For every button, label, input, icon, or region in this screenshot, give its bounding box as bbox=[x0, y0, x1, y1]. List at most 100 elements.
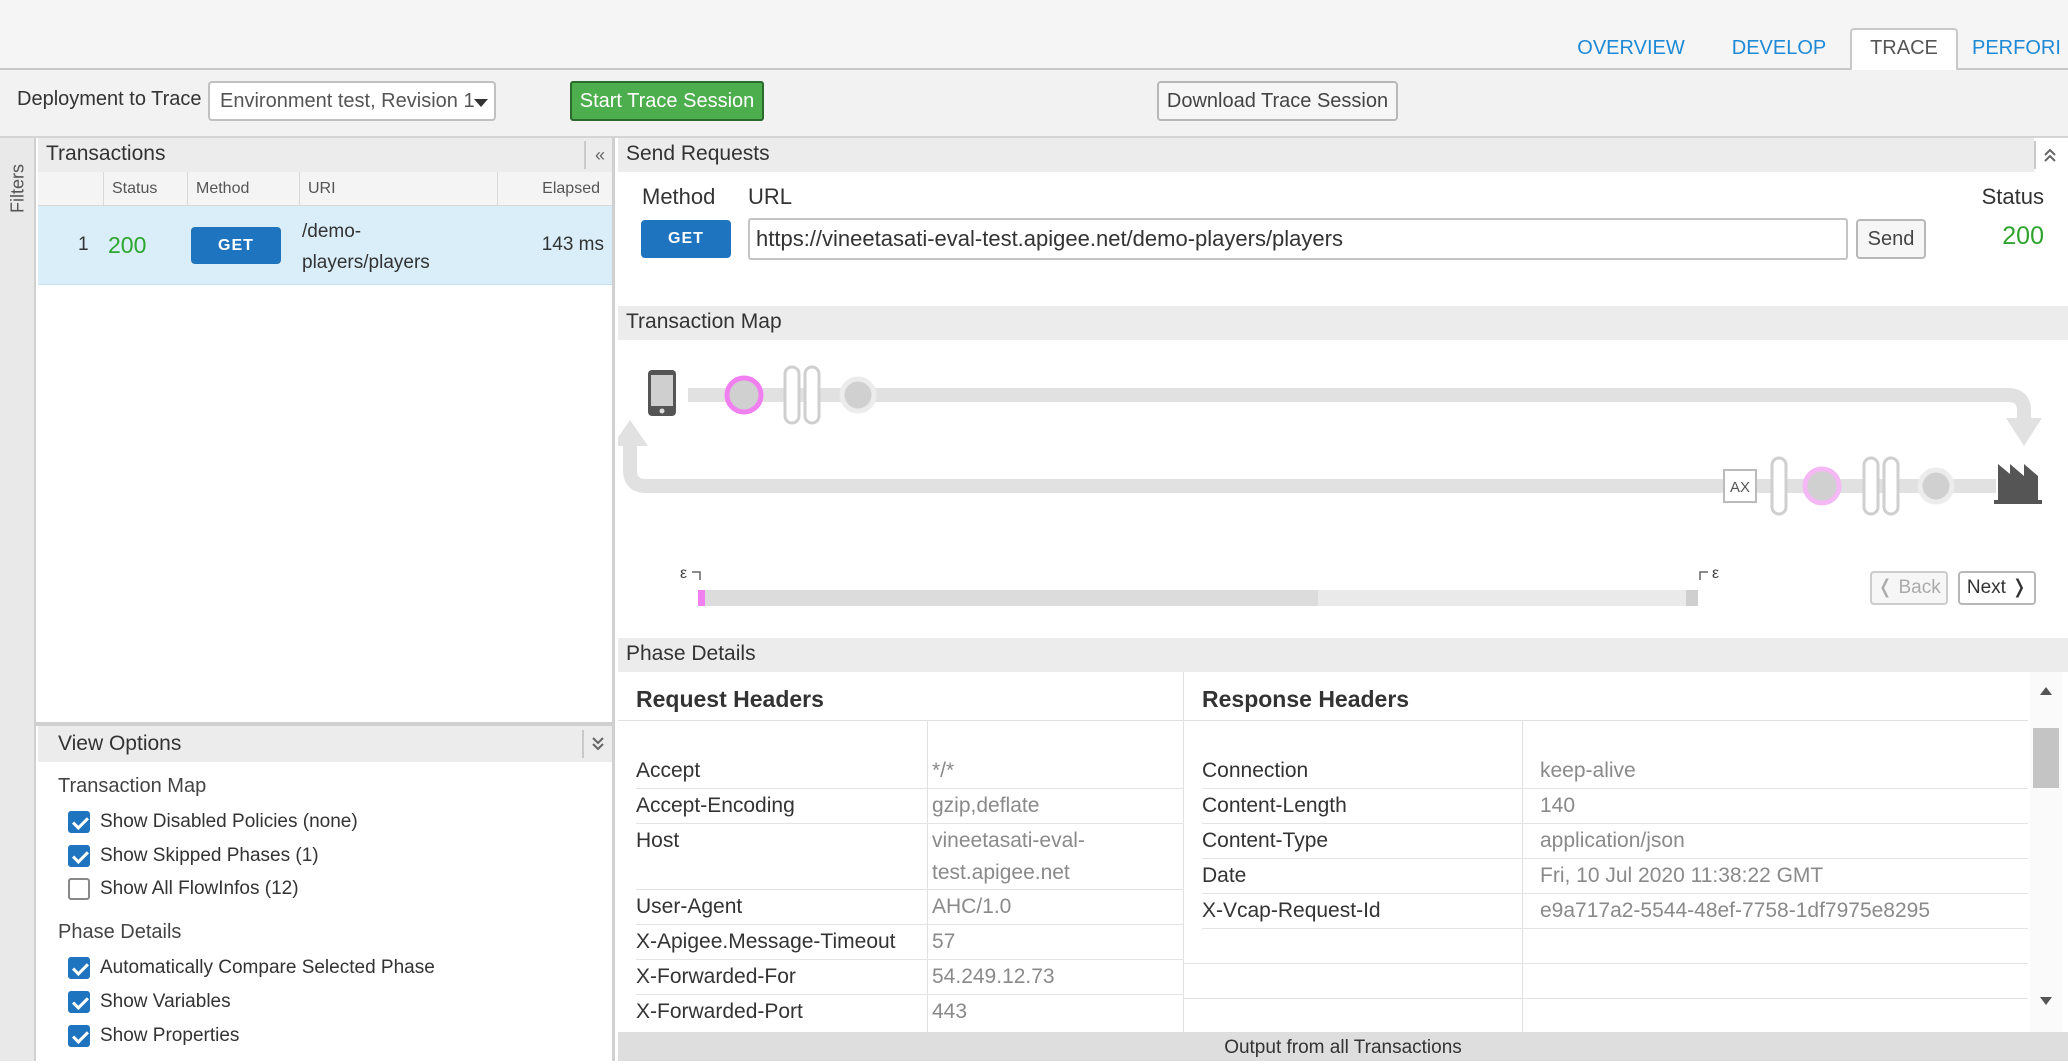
send-button[interactable]: Send bbox=[1856, 219, 1926, 259]
timeline-start-marker bbox=[692, 571, 701, 580]
empty-row bbox=[1184, 964, 2028, 999]
collapse-up-icon[interactable] bbox=[2034, 141, 2064, 169]
response-flow-line bbox=[623, 446, 1996, 493]
client-phone-icon[interactable] bbox=[648, 370, 676, 416]
method-label: Method bbox=[642, 184, 716, 209]
start-trace-session-button[interactable]: Start Trace Session bbox=[570, 81, 764, 121]
phase-details-title: Phase Details bbox=[626, 642, 756, 665]
column-method[interactable]: Method bbox=[188, 172, 300, 206]
transactions-header: Transactions bbox=[38, 138, 614, 172]
request-header-row: X-Apigee.Message-Timeout 57 bbox=[636, 925, 1184, 960]
timeline-start-epsilon: ε bbox=[680, 565, 687, 582]
checkbox-unchecked[interactable] bbox=[68, 878, 90, 900]
url-input[interactable]: https://vineetasati-eval-test.apigee.net… bbox=[748, 218, 1848, 260]
row-method-badge: GET bbox=[191, 227, 281, 264]
phase-details-scrollbar[interactable] bbox=[2030, 672, 2062, 1032]
view-options-header: View Options bbox=[38, 726, 612, 762]
divider bbox=[618, 720, 1184, 721]
view-options-title: View Options bbox=[58, 732, 182, 755]
filters-sidebar[interactable]: Filters bbox=[0, 138, 36, 1061]
vertical-splitter[interactable] bbox=[612, 138, 615, 1061]
request-step-node[interactable] bbox=[839, 376, 877, 414]
next-button[interactable]: Next ❭ bbox=[1958, 571, 2036, 605]
status-label: Status bbox=[1981, 184, 2044, 209]
send-requests-title: Send Requests bbox=[626, 142, 770, 165]
tab-trace[interactable]: TRACE bbox=[1850, 28, 1958, 72]
response-status: 200 bbox=[2002, 222, 2044, 250]
response-header-row: Content-Type application/json bbox=[1202, 824, 2028, 859]
phase-details-header: Phase Details bbox=[618, 638, 2068, 672]
response-header-row: Connection keep-alive bbox=[1202, 754, 2028, 789]
download-trace-session-button[interactable]: Download Trace Session bbox=[1157, 81, 1398, 121]
chevron-down-icon bbox=[474, 99, 488, 107]
target-factory-icon[interactable] bbox=[1994, 464, 2042, 504]
method-dropdown-button[interactable]: GET bbox=[641, 220, 731, 258]
timeline-end-marker bbox=[1699, 571, 1708, 580]
scroll-up-icon[interactable] bbox=[2039, 686, 2053, 696]
transaction-map-title: Transaction Map bbox=[626, 310, 782, 333]
response-flow-pipe-left[interactable] bbox=[1770, 456, 1788, 516]
filters-label: Filters bbox=[7, 164, 28, 213]
empty-row bbox=[1184, 929, 2028, 964]
url-label: URL bbox=[748, 184, 793, 209]
row-uri-line1: /demo- bbox=[302, 221, 362, 242]
send-requests-header: Send Requests bbox=[618, 138, 2034, 172]
deployment-select[interactable]: Environment test, Revision 1 bbox=[208, 81, 496, 121]
timeline-bar[interactable] bbox=[698, 590, 1698, 606]
response-header-row: X-Vcap-Request-Id e9a717a2-5544-48ef-775… bbox=[1202, 894, 2028, 929]
column-status[interactable]: Status bbox=[104, 172, 188, 206]
checkbox-checked[interactable] bbox=[68, 1025, 90, 1047]
request-header-row: X-Forwarded-For 54.249.12.73 bbox=[636, 960, 1184, 995]
request-header-row: Accept-Encoding gzip,deflate bbox=[636, 789, 1184, 824]
request-flow-line bbox=[688, 388, 2031, 418]
view-options-phase-details-title: Phase Details bbox=[58, 921, 182, 943]
deployment-select-value: Environment test, Revision 1 bbox=[220, 90, 475, 112]
request-policy-node[interactable] bbox=[724, 375, 764, 415]
transaction-map-diagram: AX ε ε bbox=[618, 365, 2042, 606]
response-step-node[interactable] bbox=[1917, 467, 1955, 505]
top-tab-bar: OVERVIEW DEVELOP TRACE PERFORI bbox=[0, 0, 2068, 72]
table-row[interactable]: 1 200 GET /demo- players/players 143 ms bbox=[38, 206, 612, 285]
row-status: 200 bbox=[108, 232, 147, 258]
checkbox-checked[interactable] bbox=[68, 811, 90, 833]
response-header-row: Content-Length 140 bbox=[1202, 789, 2028, 824]
checkbox-checked[interactable] bbox=[68, 957, 90, 979]
response-policy-node[interactable] bbox=[1802, 466, 1842, 506]
collapse-left-icon[interactable]: « bbox=[584, 141, 614, 169]
timeline-end-epsilon: ε bbox=[1712, 565, 1719, 582]
output-all-transactions-bar[interactable]: Output from all Transactions bbox=[618, 1032, 2068, 1061]
response-headers-panel: Response Headers Connection keep-alive C… bbox=[1184, 672, 2028, 1032]
column-uri[interactable]: URI bbox=[300, 172, 498, 206]
transactions-title: Transactions bbox=[46, 142, 166, 165]
back-button[interactable]: ❬ Back bbox=[1870, 571, 1948, 605]
transactions-table-header: Status Method URI Elapsed bbox=[38, 172, 612, 206]
tab-overview[interactable]: OVERVIEW bbox=[1560, 30, 1702, 70]
up-arrow-icon bbox=[618, 420, 648, 446]
row-uri-line2: players/players bbox=[302, 252, 430, 273]
request-header-row: X-Forwarded-Port 443 bbox=[636, 1000, 968, 1023]
tab-develop[interactable]: DEVELOP bbox=[1714, 30, 1844, 70]
request-header-row: User-Agent AHC/1.0 bbox=[636, 890, 1184, 925]
scrollbar-thumb[interactable] bbox=[2033, 728, 2059, 788]
scroll-down-icon[interactable] bbox=[2039, 996, 2053, 1006]
view-options-transaction-map-title: Transaction Map bbox=[58, 775, 207, 797]
column-index bbox=[38, 172, 104, 206]
request-header-row: Host vineetasati-eval- test.apigee.net bbox=[636, 824, 1184, 890]
row-elapsed: 143 ms bbox=[541, 234, 604, 255]
deployment-label: Deployment to Trace bbox=[17, 88, 202, 110]
collapse-down-icon[interactable] bbox=[582, 730, 612, 758]
transaction-map-header: Transaction Map bbox=[618, 306, 2068, 340]
row-uri: /demo- players/players bbox=[302, 216, 430, 278]
row-index: 1 bbox=[78, 234, 89, 255]
column-elapsed[interactable]: Elapsed bbox=[498, 172, 612, 206]
ax-label: AX bbox=[1730, 479, 1750, 496]
analytics-ax-node[interactable]: AX bbox=[1723, 469, 1757, 503]
checkbox-checked[interactable] bbox=[68, 991, 90, 1013]
checkbox-checked[interactable] bbox=[68, 845, 90, 867]
divider bbox=[1184, 720, 2028, 721]
response-header-row: Date Fri, 10 Jul 2020 11:38:22 GMT bbox=[1202, 859, 2028, 894]
tab-performance[interactable]: PERFORI bbox=[1972, 30, 2068, 70]
request-headers-title: Request Headers bbox=[636, 686, 824, 712]
down-arrow-icon bbox=[2006, 418, 2042, 446]
trace-toolbar: Deployment to Trace Environment test, Re… bbox=[0, 70, 2068, 138]
